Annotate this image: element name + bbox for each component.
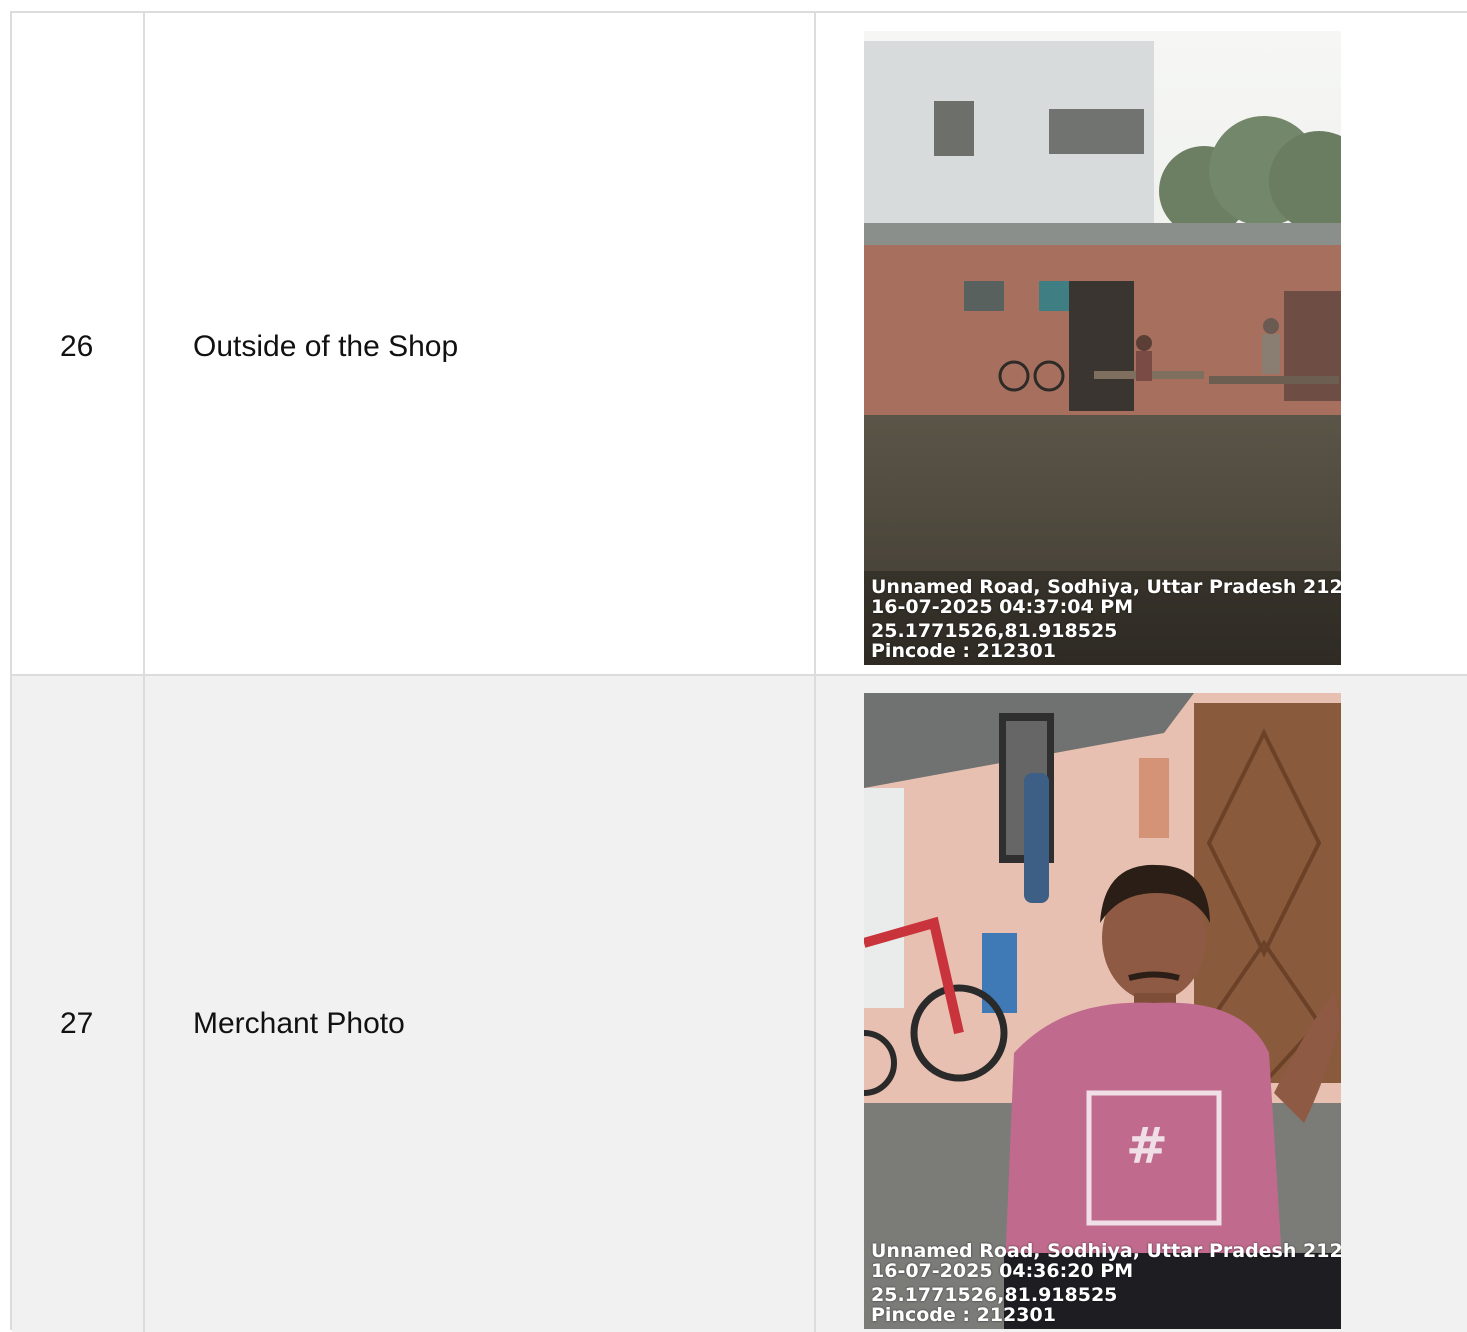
merchant-photo[interactable]: # Unnamed Road, Sodhiya, Uttar Pradesh 2…: [864, 693, 1341, 1329]
photo-label: Merchant Photo: [193, 1007, 405, 1040]
photo-label-cell: Outside of the Shop: [145, 13, 816, 674]
serial-number: 26: [60, 330, 94, 363]
photo-geotag-stamp: Unnamed Road, Sodhiya, Uttar Pradesh 212…: [871, 577, 1341, 661]
shop-exterior-photo[interactable]: Unnamed Road, Sodhiya, Uttar Pradesh 212…: [864, 31, 1341, 665]
stamp-address: Unnamed Road, Sodhiya, Uttar Pradesh 212…: [871, 1240, 1341, 1262]
stamp-timestamp: 16-07-2025 04:36:20 PM: [871, 1260, 1134, 1282]
serial-number-cell: 27: [12, 676, 145, 1332]
serial-number-cell: 26: [12, 13, 145, 674]
stamp-pincode: Pincode : 212301: [871, 1304, 1056, 1326]
photo-geotag-stamp: Unnamed Road, Sodhiya, Uttar Pradesh 212…: [871, 1241, 1341, 1325]
stamp-address: Unnamed Road, Sodhiya, Uttar Pradesh 212…: [871, 576, 1341, 598]
merchant-image: #: [864, 693, 1341, 1329]
table-row: 26 Outside of the Shop Unnamed Road, Sod…: [12, 13, 1467, 676]
svg-text:#: #: [1126, 1117, 1168, 1175]
stamp-coordinates: 25.1771526,81.918525: [871, 620, 1118, 642]
photo-label: Outside of the Shop: [193, 330, 459, 363]
photo-label-cell: Merchant Photo: [145, 676, 816, 1332]
photo-cell: # Unnamed Road, Sodhiya, Uttar Pradesh 2…: [816, 676, 1467, 1332]
stamp-coordinates: 25.1771526,81.918525: [871, 1284, 1118, 1306]
shop-exterior-image: [864, 31, 1341, 665]
serial-number: 27: [60, 1007, 94, 1040]
table-row: 27 Merchant Photo # Unnamed Road, Sodhiy…: [12, 676, 1467, 1332]
photo-cell: Unnamed Road, Sodhiya, Uttar Pradesh 212…: [816, 13, 1467, 674]
photo-table: 26 Outside of the Shop Unnamed Road, Sod…: [10, 11, 1467, 1332]
stamp-timestamp: 16-07-2025 04:37:04 PM: [871, 596, 1134, 618]
stamp-pincode: Pincode : 212301: [871, 640, 1056, 662]
